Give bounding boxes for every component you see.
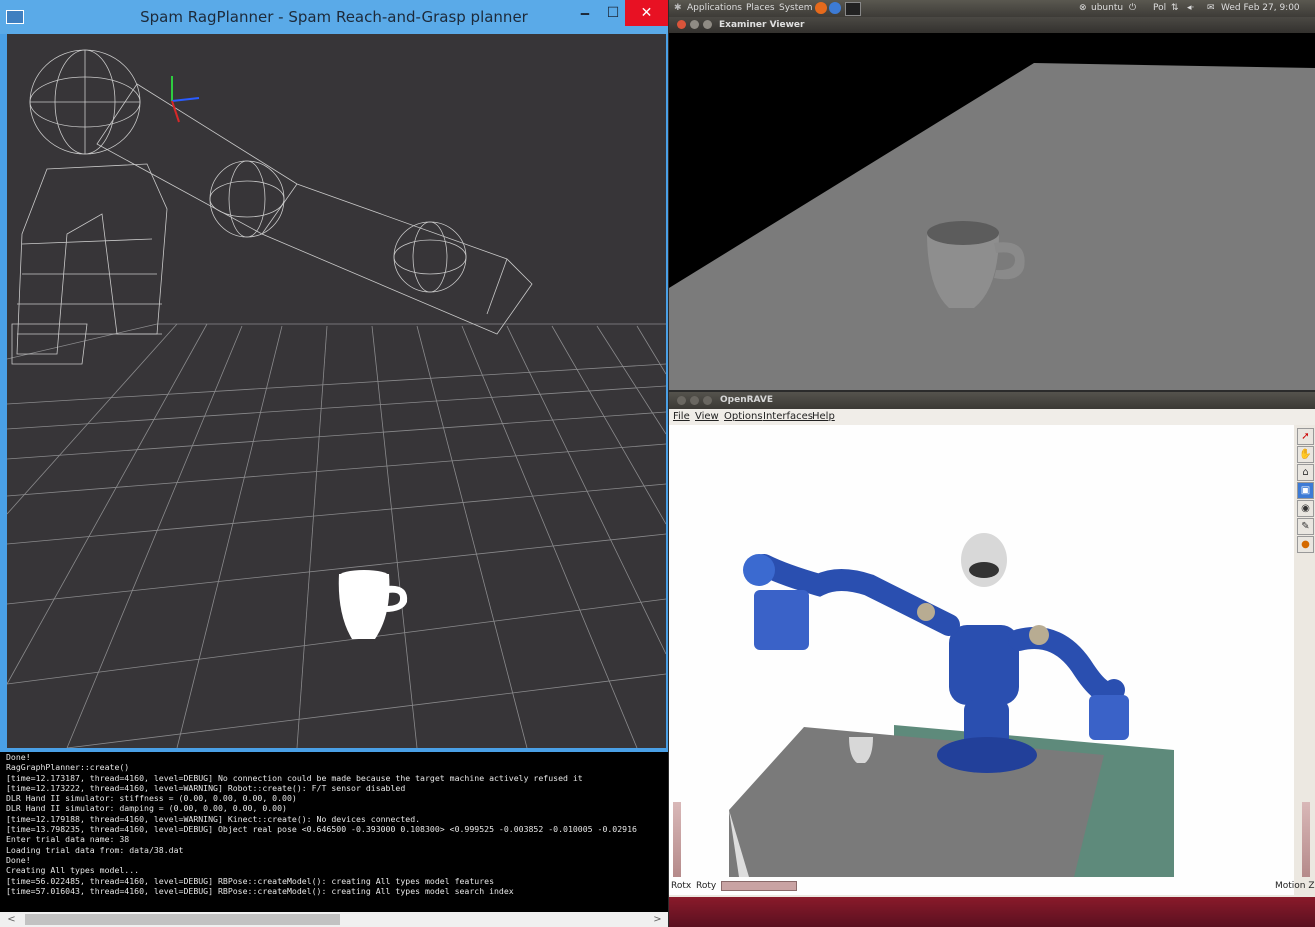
network-icon[interactable]: ⇅ [1171,0,1179,17]
keyboard-layout[interactable]: Pol [1153,0,1166,17]
maximize-window-icon[interactable] [703,396,712,405]
view-all-icon[interactable]: ▣ [1297,482,1314,499]
menu-interfaces[interactable]: Interfaces [763,409,813,425]
examiner-titlebar[interactable]: Examiner Viewer [669,17,1315,33]
console-line: Creating All types model... [6,865,140,876]
select-arrow-icon[interactable]: ➚ [1297,428,1314,445]
menu-options[interactable]: Options [724,409,763,425]
power-icon[interactable]: ⏻ [1129,0,1136,17]
console-line: [time=12.179188, thread=4160, level=WARN… [6,813,421,824]
console-line: [time=12.173187, thread=4160, level=DEBU… [6,772,583,783]
menu-places[interactable]: Places [746,0,775,17]
close-window-icon[interactable] [677,396,686,405]
menu-applications[interactable]: Applications [687,0,742,17]
hand-pan-icon[interactable]: ✋ [1297,446,1314,463]
openrave-statusbar: Rotx Roty Motion Z [669,877,1315,897]
openrave-titlebar[interactable]: OpenRAVE [669,392,1315,409]
close-window-icon[interactable] [677,20,686,29]
roty-label: Roty [696,881,717,891]
minimize-window-icon[interactable] [690,20,699,29]
minimize-window-icon[interactable] [690,396,699,405]
openrave-title: OpenRAVE [720,395,774,405]
motionz-wheel[interactable] [1302,802,1310,877]
console-line: Done! [6,854,31,865]
terminal-icon[interactable] [845,2,861,16]
scrollbar-thumb[interactable] [25,914,340,925]
minimize-button[interactable]: 🗕 [570,0,600,26]
console-line: [time=57.016043, thread=4160, level=DEBU… [6,885,514,896]
menu-help[interactable]: Help [812,409,835,425]
console-line: Done! [6,752,31,762]
rotx-label: Rotx [671,881,692,891]
planner-3d-viewport[interactable] [7,34,666,748]
menu-view[interactable]: View [695,409,719,425]
floor-grid [7,323,666,748]
menu-system[interactable]: System [779,0,813,17]
console-line: [time=56.022485, thread=4160, level=DEBU… [6,875,494,886]
console-line: DLR Hand II simulator: damping = (0.00, … [6,803,287,814]
close-button[interactable]: ✕ [625,0,668,26]
console-line: [time=13.798235, thread=4160, level=DEBU… [6,824,637,835]
maximize-window-icon[interactable] [703,20,712,29]
horizontal-scrollbar[interactable]: < > [0,912,668,927]
cup-object [338,570,408,639]
user-name[interactable]: ubuntu [1091,0,1123,17]
examiner-3d-view[interactable] [669,33,1315,390]
console-line: Enter trial data name: 38 [6,834,130,845]
examiner-title: Examiner Viewer [719,20,805,30]
planner-scene [7,49,666,748]
help-icon[interactable] [829,2,841,14]
openrave-scene [669,425,1294,895]
window-title: Spam RagPlanner - Spam Reach-and-Grasp p… [140,8,528,26]
volume-icon[interactable]: ◂· [1187,0,1194,17]
home-icon[interactable]: ⌂ [1297,464,1314,481]
planner-window: Spam RagPlanner - Spam Reach-and-Grasp p… [0,0,668,927]
rotx-wheel[interactable] [673,802,681,877]
mail-icon[interactable]: ✉ [1207,0,1215,17]
openrave-menubar: File View Options Interfaces Help [669,409,1315,425]
console-output[interactable]: Done! RagGraphPlanner::create() [time=12… [0,752,668,912]
record-icon[interactable]: ● [1297,536,1314,553]
window-titlebar[interactable]: Spam RagPlanner - Spam Reach-and-Grasp p… [0,0,668,34]
menu-file[interactable]: File [673,409,690,425]
axis-x-icon [171,100,180,123]
roty-wheel[interactable] [721,881,797,891]
pick-tool-icon[interactable]: ✎ [1297,518,1314,535]
console-line: [time=12.173222, thread=4160, level=WARN… [6,782,406,793]
console-line: RagGraphPlanner::create() [6,762,130,773]
camera-icon[interactable]: ◉ [1297,500,1314,517]
ubuntu-logo-icon[interactable]: ✱ [674,0,682,17]
maximize-button[interactable]: ☐ [598,0,628,26]
wireframe-robot [11,49,533,365]
ubuntu-top-panel: ✱ Applications Places System ⊗ ubuntu ⏻ … [669,0,1315,30]
motionz-label: Motion Z [1275,881,1315,891]
examiner-viewer-window: Examiner Viewer [669,17,1315,390]
openrave-3d-view[interactable] [669,425,1294,895]
firefox-icon[interactable] [815,2,827,14]
console-line: DLR Hand II simulator: stiffness = (0.00… [6,793,297,804]
user-status-icon[interactable]: ⊗ [1079,0,1087,17]
scroll-left-icon[interactable]: < [4,912,19,927]
console-line: Loading trial data from: data/38.dat [6,844,184,855]
desktop-background [669,897,1315,927]
scroll-right-icon[interactable]: > [650,912,665,927]
openrave-window: OpenRAVE File View Options Interfaces He… [669,392,1315,927]
axis-z-icon [171,97,200,102]
